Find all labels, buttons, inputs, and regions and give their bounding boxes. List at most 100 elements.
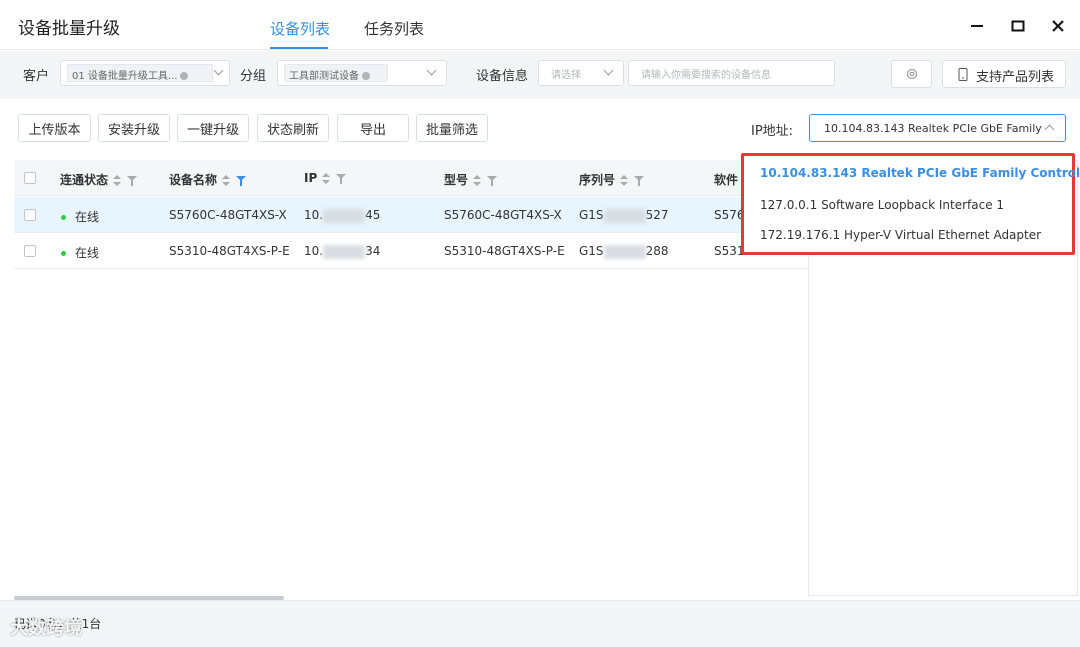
row-checkbox[interactable] [24,209,36,221]
device-info-field-select[interactable]: 请选择 [538,60,624,86]
group-tag: 工具部测试设备 [284,64,388,82]
group-select[interactable]: 工具部测试设备 [277,60,447,86]
export-button[interactable]: 导出 [337,114,409,142]
chevron-up-icon [1044,124,1055,135]
ip-prefix: 10. [304,244,324,258]
ip-option-hyper-v[interactable]: 172.19.176.1 Hyper-V Virtual Ethernet Ad… [760,228,1041,242]
filter-bar: 客户 01 设备批量升级工具... 分组 工具部测试设备 设备信息 请选择 请输… [0,51,1080,99]
one-click-upgrade-button[interactable]: 一键升级 [177,114,249,142]
customer-select[interactable]: 01 设备批量升级工具... [60,60,230,86]
tab-device-list[interactable]: 设备列表 [270,18,330,39]
filter-icon[interactable] [634,175,645,186]
redacted-mask [323,244,366,259]
column-header-status[interactable]: 连通状态 [60,171,138,188]
ip-option-loopback[interactable]: 127.0.0.1 Software Loopback Interface 1 [760,198,1004,212]
close-icon [1052,20,1064,32]
chevron-down-icon [603,65,614,76]
filter-icon[interactable] [127,175,138,186]
sort-icon[interactable] [620,174,629,187]
group-tag-label: 工具部测试设备 [289,71,359,82]
support-products-button[interactable]: 支持产品列表 [942,60,1066,88]
minimize-icon [971,25,983,27]
column-label: 序列号 [579,173,616,187]
chevron-down-icon [426,65,437,76]
tag-close-icon[interactable] [362,72,370,80]
ip-suffix: 45 [365,208,381,222]
select-all-checkbox[interactable] [24,172,36,184]
serial-suffix: 288 [645,244,669,258]
gear-icon [907,69,917,79]
row-checkbox[interactable] [24,245,36,257]
column-header-ip[interactable]: IP [304,171,347,185]
sort-icon[interactable] [222,174,231,187]
device-name-cell: S5310-48GT4XS-P-E [169,244,290,258]
table-row[interactable]: 在线 S5310-48GT4XS-P-E 10. 34 S5310-48GT4XS… [14,233,808,269]
install-upgrade-button[interactable]: 安装升级 [98,114,170,142]
status-text: 在线 [75,246,100,260]
serial-cell: G1S 288 [579,244,668,259]
phone-icon [958,68,968,81]
upload-version-button[interactable]: 上传版本 [18,114,91,142]
serial-prefix: G1S [579,244,604,258]
customer-label: 客户 [23,69,50,84]
batch-filter-button[interactable]: 批量筛选 [416,114,488,142]
ip-option-realtek[interactable]: 10.104.83.143 Realtek PCIe GbE Family Co… [760,166,1080,180]
footer-bar: 已选0台，共1台 [0,600,1080,647]
column-header-model[interactable]: 型号 [444,171,498,188]
sort-icon[interactable] [113,174,122,187]
column-header-device-name[interactable]: 设备名称 [169,171,247,188]
table-header: 连通状态 设备名称 IP 型号 序列号 软件 [14,160,808,196]
ip-address-select[interactable]: 10.104.83.143 Realtek PCIe GbE Family [809,114,1066,142]
group-label: 分组 [240,69,267,84]
support-products-label: 支持产品列表 [976,70,1055,85]
model-cell: S5760C-48GT4XS-X [444,208,562,222]
field-select-placeholder: 请选择 [551,70,581,81]
serial-prefix: G1S [579,208,604,222]
column-header-software[interactable]: 软件 [714,171,738,188]
filter-icon[interactable] [236,175,247,186]
model-cell: S5310-48GT4XS-P-E [444,244,565,258]
customer-tag: 01 设备批量升级工具... [67,64,213,82]
device-info-label: 设备信息 [476,69,529,84]
status-cell: 在线 [61,244,99,261]
minimize-button[interactable] [965,14,989,38]
chevron-down-icon [213,65,224,76]
refresh-status-button[interactable]: 状态刷新 [257,114,329,142]
ip-select-value: 10.104.83.143 Realtek PCIe GbE Family [824,122,1042,135]
serial-cell: G1S 527 [579,208,668,223]
software-cell: S531 [714,244,745,258]
column-header-serial[interactable]: 序列号 [579,171,645,188]
sort-icon[interactable] [473,174,482,187]
ip-suffix: 34 [365,244,381,258]
redacted-mask [603,244,646,259]
filter-icon[interactable] [487,175,498,186]
maximize-button[interactable] [1006,14,1030,38]
status-cell: 在线 [61,208,99,225]
device-info-search-input[interactable]: 请输入你需要搜索的设备信息 [628,60,835,86]
title-bar: 设备批量升级 设备列表 任务列表 [0,0,1080,50]
table-row[interactable]: 在线 S5760C-48GT4XS-X 10. 45 S5760C-48GT4XS… [14,197,808,233]
search-placeholder: 请输入你需要搜索的设备信息 [641,70,771,81]
redacted-mask [323,208,366,223]
ip-cell: 10. 45 [304,208,380,223]
redacted-mask [603,208,646,223]
column-label: 连通状态 [60,173,109,187]
device-name-cell: S5760C-48GT4XS-X [169,208,287,222]
ip-address-label: IP地址: [751,124,794,139]
tab-task-list[interactable]: 任务列表 [364,18,424,39]
watermark-logo: 大数跨境 [10,618,82,639]
app-title: 设备批量升级 [18,19,120,39]
close-button[interactable] [1046,14,1070,38]
online-status-icon [61,215,66,220]
tag-close-icon[interactable] [180,72,189,80]
software-cell: S576 [714,208,745,222]
status-text: 在线 [75,210,100,224]
settings-button[interactable] [891,60,932,88]
filter-icon[interactable] [336,173,347,184]
ip-address-dropdown: 10.104.83.143 Realtek PCIe GbE Family Co… [741,153,1080,255]
customer-tag-label: 01 设备批量升级工具... [72,71,178,82]
column-label: 型号 [444,173,469,187]
sort-icon[interactable] [322,172,331,185]
serial-suffix: 527 [645,208,669,222]
maximize-icon [1011,20,1025,32]
